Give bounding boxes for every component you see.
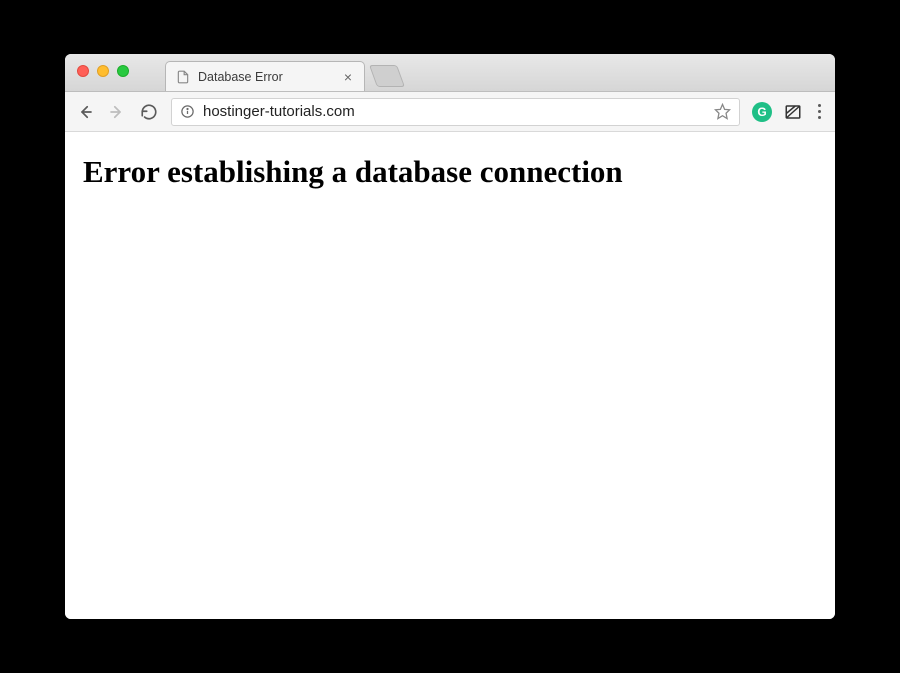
back-button[interactable] — [75, 102, 95, 122]
error-heading: Error establishing a database connection — [83, 154, 817, 190]
site-info-icon[interactable] — [180, 104, 195, 119]
reload-button[interactable] — [139, 102, 159, 122]
browser-window: Database Error × — [65, 54, 835, 619]
titlebar: Database Error × — [65, 54, 835, 92]
toolbar: hostinger-tutorials.com G — [65, 92, 835, 132]
new-tab-button[interactable] — [369, 65, 405, 87]
grammarly-extension-icon[interactable]: G — [752, 102, 772, 122]
reader-extension-icon[interactable] — [784, 103, 802, 121]
browser-menu-button[interactable] — [814, 104, 825, 119]
forward-button[interactable] — [107, 102, 127, 122]
url-text: hostinger-tutorials.com — [203, 103, 706, 120]
close-window-button[interactable] — [77, 65, 89, 77]
browser-tab[interactable]: Database Error × — [165, 61, 365, 91]
close-tab-icon[interactable]: × — [342, 70, 354, 84]
page-viewport: Error establishing a database connection — [65, 132, 835, 619]
maximize-window-button[interactable] — [117, 65, 129, 77]
traffic-lights — [77, 65, 129, 77]
address-bar[interactable]: hostinger-tutorials.com — [171, 98, 740, 126]
file-icon — [176, 70, 190, 84]
grammarly-label: G — [757, 105, 766, 119]
bookmark-star-icon[interactable] — [714, 103, 731, 120]
tab-title: Database Error — [198, 70, 334, 84]
tab-strip: Database Error × — [165, 54, 401, 91]
minimize-window-button[interactable] — [97, 65, 109, 77]
